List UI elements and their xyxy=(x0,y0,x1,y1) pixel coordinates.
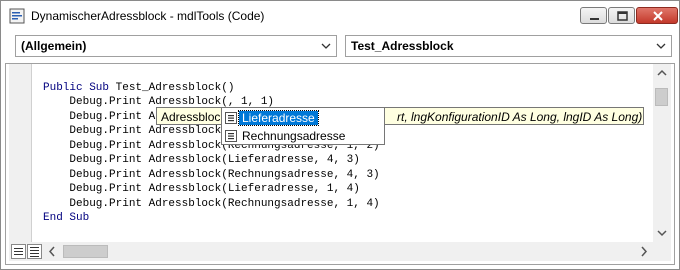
scroll-right-icon[interactable] xyxy=(635,242,653,261)
chevron-down-icon xyxy=(656,43,666,49)
vertical-scrollbar[interactable] xyxy=(653,64,671,242)
object-combo-value: (Allgemein) xyxy=(21,39,87,53)
object-combo[interactable]: (Allgemein) xyxy=(15,35,337,57)
code-line: Public Sub Test_Adressblock() xyxy=(43,82,235,94)
minimize-button[interactable] xyxy=(580,7,607,24)
procedure-combo-value: Test_Adressblock xyxy=(351,39,454,53)
code-window: DynamischerAdressblock - mdlTools (Code)… xyxy=(0,0,680,270)
tooltip-parameters: rt, lngKonfigurationID As Long, lngID As… xyxy=(397,110,643,124)
close-button[interactable] xyxy=(636,7,678,24)
autocomplete-list[interactable]: Lieferadresse Rechnungsadresse xyxy=(221,107,385,145)
maximize-button[interactable] xyxy=(608,7,635,24)
horizontal-scroll-thumb[interactable] xyxy=(63,245,108,258)
autocomplete-item-label: Rechnungsadresse xyxy=(242,129,346,143)
enum-member-icon xyxy=(225,112,237,124)
code-line: Debug.Print Adressblock( xyxy=(43,125,228,137)
procedure-view-button[interactable] xyxy=(11,244,26,259)
chevron-down-icon xyxy=(321,43,331,49)
minimize-icon xyxy=(590,18,599,20)
code-line: Debug.Print Adressblock(Lieferadresse, 1… xyxy=(43,183,360,195)
keyword: Public Sub xyxy=(43,82,110,94)
vba-module-icon xyxy=(9,8,25,24)
maximize-icon xyxy=(617,11,628,21)
enum-member-icon xyxy=(225,130,237,142)
horizontal-scrollbar[interactable] xyxy=(9,242,671,261)
code-line: End Sub xyxy=(43,211,89,225)
keyword: End Sub xyxy=(43,212,90,224)
autocomplete-item-lieferadresse[interactable]: Lieferadresse xyxy=(222,109,384,127)
procedure-combo[interactable]: Test_Adressblock xyxy=(345,35,672,57)
scroll-down-icon[interactable] xyxy=(653,224,671,242)
code-line: Debug.Print Adressblock(Lieferadresse, 4… xyxy=(43,154,360,166)
procedure-view-icon xyxy=(14,248,23,255)
window-title: DynamischerAdressblock - mdlTools (Code) xyxy=(31,9,265,23)
tooltip-function-name: Adressblock( xyxy=(161,110,231,124)
code-line: Debug.Print Adressblock(Rechnungsadresse… xyxy=(43,198,380,210)
title-bar[interactable]: DynamischerAdressblock - mdlTools (Code) xyxy=(1,1,679,31)
code-editor[interactable]: Public Sub Test_Adressblock() Debug.Prin… xyxy=(33,64,653,242)
autocomplete-item-rechnungsadresse[interactable]: Rechnungsadresse xyxy=(222,127,384,145)
full-module-view-button[interactable] xyxy=(27,244,42,259)
full-module-view-icon xyxy=(30,247,39,257)
autocomplete-item-label: Lieferadresse xyxy=(238,110,319,126)
close-icon xyxy=(653,11,663,21)
scroll-up-icon[interactable] xyxy=(653,64,671,82)
margin-indicator-bar[interactable] xyxy=(9,64,32,242)
scroll-thumb[interactable] xyxy=(655,88,668,106)
scroll-left-icon[interactable] xyxy=(43,242,61,261)
code-line: Debug.Print Adressblock(Rechnungsadresse… xyxy=(43,169,380,181)
